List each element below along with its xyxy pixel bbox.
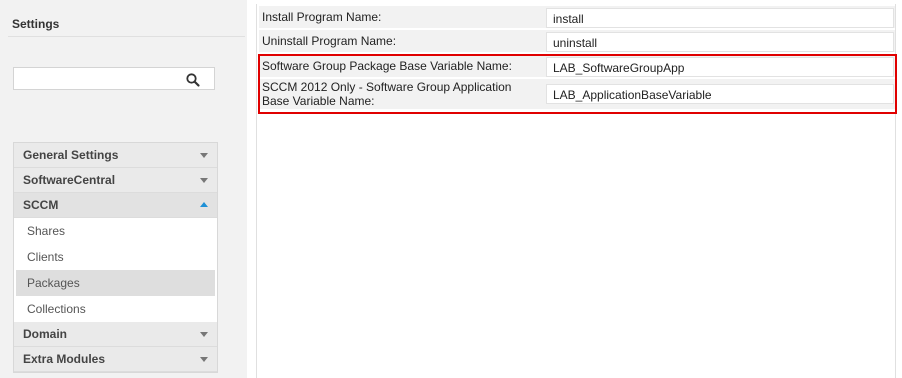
property-row-uninstall-program: Uninstall Program Name: uninstall — [259, 30, 895, 52]
nav-section-label: Domain — [23, 327, 68, 341]
sidebar-divider — [8, 36, 245, 37]
uninstall-program-name-field[interactable]: uninstall — [546, 32, 894, 52]
nav-item-packages[interactable]: Packages — [16, 270, 215, 296]
settings-sidebar: Settings General Settings SoftwareCentra… — [0, 0, 247, 378]
nav-section-extra-modules[interactable]: Extra Modules — [14, 347, 217, 372]
property-label: Install Program Name: — [262, 10, 382, 24]
nav-section-label: SoftwareCentral — [23, 173, 116, 187]
nav-section-softwarecentral[interactable]: SoftwareCentral — [14, 168, 217, 193]
chevron-down-icon — [200, 332, 208, 337]
chevron-down-icon — [200, 357, 208, 362]
nav-item-label: Shares — [27, 224, 66, 238]
nav-item-label: Collections — [27, 302, 86, 316]
chevron-down-icon — [200, 178, 208, 183]
nav-section-label: SCCM — [23, 198, 59, 212]
nav-section-label: Extra Modules — [23, 352, 106, 366]
property-label: Uninstall Program Name: — [262, 34, 397, 48]
sidebar-title: Settings — [12, 17, 60, 31]
nav-item-label: Clients — [27, 250, 64, 264]
install-program-name-field[interactable]: install — [546, 8, 894, 28]
nav-item-clients[interactable]: Clients — [14, 244, 217, 270]
nav-item-shares[interactable]: Shares — [14, 218, 217, 244]
nav-item-collections[interactable]: Collections — [14, 296, 217, 322]
search-box[interactable] — [13, 67, 215, 90]
nav-section-domain[interactable]: Domain — [14, 322, 217, 347]
chevron-down-icon — [200, 153, 208, 158]
nav-section-general-settings[interactable]: General Settings — [14, 143, 217, 168]
property-row-install-program: Install Program Name: install — [259, 6, 895, 28]
highlight-box — [258, 54, 897, 114]
nav-section-label: General Settings — [23, 148, 119, 162]
settings-nav: General Settings SoftwareCentral SCCM Sh… — [13, 142, 218, 373]
nav-item-label: Packages — [27, 276, 80, 290]
nav-section-sccm[interactable]: SCCM — [14, 193, 217, 218]
chevron-up-icon — [200, 202, 208, 207]
search-icon[interactable] — [185, 72, 201, 88]
search-input[interactable] — [18, 70, 178, 87]
